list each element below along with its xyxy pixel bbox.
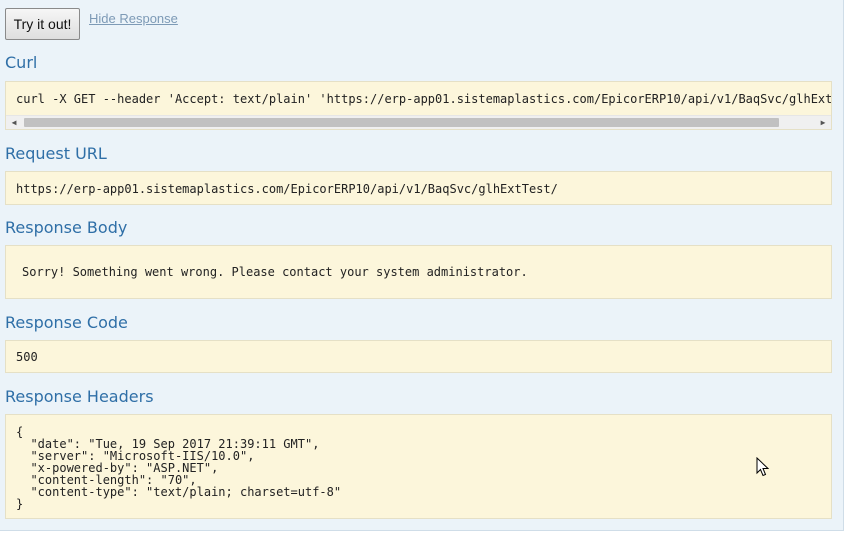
- try-it-out-button[interactable]: Try it out!: [5, 8, 80, 40]
- request-url-block: https://erp-app01.sistemaplastics.com/Ep…: [5, 171, 832, 205]
- request-url-value: https://erp-app01.sistemaplastics.com/Ep…: [16, 182, 558, 196]
- response-headers-heading: Response Headers: [5, 387, 154, 406]
- response-headers-value: { "date": "Tue, 19 Sep 2017 21:39:11 GMT…: [16, 425, 342, 511]
- response-body-heading: Response Body: [5, 218, 128, 237]
- response-code-heading: Response Code: [5, 313, 128, 332]
- response-headers-block: { "date": "Tue, 19 Sep 2017 21:39:11 GMT…: [5, 414, 832, 519]
- scroll-right-arrow-icon[interactable]: ▶: [816, 116, 830, 129]
- curl-horizontal-scrollbar[interactable]: ◀ ▶: [6, 115, 831, 129]
- curl-code-block: curl -X GET --header 'Accept: text/plain…: [5, 81, 832, 130]
- hide-response-link[interactable]: Hide Response: [89, 11, 178, 26]
- curl-command: curl -X GET --header 'Accept: text/plain…: [16, 92, 832, 106]
- scroll-left-arrow-icon[interactable]: ◀: [7, 116, 21, 129]
- curl-heading: Curl: [5, 53, 38, 72]
- response-body-value: Sorry! Something went wrong. Please cont…: [22, 265, 528, 279]
- scrollbar-thumb[interactable]: [24, 118, 779, 127]
- response-body-block: Sorry! Something went wrong. Please cont…: [5, 245, 832, 299]
- request-url-heading: Request URL: [5, 144, 107, 163]
- response-code-block: 500: [5, 340, 832, 373]
- mouse-pointer-icon: [756, 457, 770, 477]
- response-code-value: 500: [16, 350, 38, 364]
- swagger-operation-panel: Try it out! Hide Response Curl curl -X G…: [0, 0, 844, 531]
